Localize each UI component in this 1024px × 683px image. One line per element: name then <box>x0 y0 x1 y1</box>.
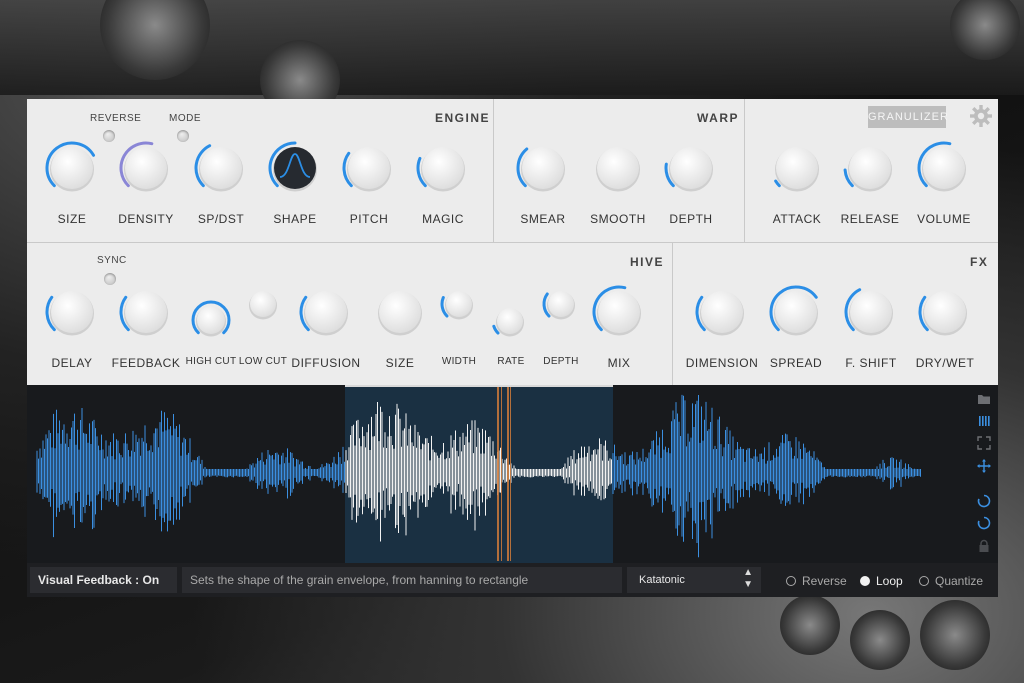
granulizer-badge[interactable]: GRANULIZER <box>868 106 948 128</box>
delay-knob[interactable] <box>45 285 99 339</box>
hive-title: HIVE <box>630 255 665 269</box>
low-cut-knob[interactable] <box>244 285 282 323</box>
high-cut-knob[interactable] <box>191 300 231 340</box>
mode-toggle-label: MODE <box>169 113 201 124</box>
lock-icon[interactable] <box>977 539 991 553</box>
loop-option-label: Loop <box>876 574 903 588</box>
background-knob <box>850 610 910 670</box>
loop-option[interactable]: Loop <box>860 574 903 588</box>
move-icon[interactable] <box>977 459 991 473</box>
spread-knob[interactable] <box>769 285 823 339</box>
feedback-knob[interactable] <box>119 285 173 339</box>
diffusion-knob[interactable] <box>299 285 353 339</box>
sp-dst-knob[interactable] <box>194 141 248 195</box>
fx-title: FX <box>970 255 989 269</box>
dry-wet-knob[interactable] <box>918 285 972 339</box>
smooth-knob[interactable] <box>591 141 645 195</box>
hint-text: Sets the shape of the grain envelope, fr… <box>182 567 622 593</box>
radio-dot-icon <box>919 576 929 586</box>
engine-title: ENGINE <box>435 111 491 125</box>
warp-depth-knob[interactable] <box>664 141 718 195</box>
dry-wet-label: DRY/WET <box>915 356 975 370</box>
density-knob[interactable] <box>119 141 173 195</box>
volume-label: VOLUME <box>917 212 971 226</box>
magic-label: MAGIC <box>422 212 464 226</box>
release-knob[interactable] <box>843 141 897 195</box>
loop-cycle-icon[interactable] <box>977 516 991 530</box>
waveform-inside-selection <box>345 402 612 542</box>
dimension-knob[interactable] <box>695 285 749 339</box>
smear-knob[interactable] <box>516 141 570 195</box>
reverse-option-label: Reverse <box>802 574 847 588</box>
row-divider <box>27 242 998 243</box>
quantize-option[interactable]: Quantize <box>919 574 983 588</box>
sync-toggle[interactable] <box>104 273 116 285</box>
size-knob[interactable] <box>45 141 99 195</box>
waveform-outside-selection <box>36 394 921 558</box>
folder-icon[interactable] <box>977 392 991 406</box>
rate-knob[interactable] <box>491 302 529 340</box>
preset-selector[interactable]: Katatonic ▲ ▼ <box>627 567 761 593</box>
sync-cycle-icon[interactable] <box>977 494 991 508</box>
visual-feedback-toggle[interactable]: Visual Feedback : On <box>30 567 177 593</box>
hive-depth-knob[interactable] <box>542 285 580 323</box>
reverse-toggle-label: REVERSE <box>90 113 142 124</box>
gear-icon[interactable] <box>969 104 993 128</box>
f-shift-knob[interactable] <box>844 285 898 339</box>
magic-knob[interactable] <box>416 141 470 195</box>
shape-knob[interactable] <box>268 141 322 195</box>
zoom-fit-icon[interactable] <box>977 436 991 450</box>
grain-playhead <box>510 387 511 561</box>
reverse-toggle[interactable] <box>103 130 115 142</box>
sync-toggle-label: SYNC <box>97 255 127 266</box>
warp-title: WARP <box>697 111 739 125</box>
attack-knob[interactable] <box>770 141 824 195</box>
hive-size-knob[interactable] <box>373 285 427 339</box>
grain-playhead <box>507 387 509 561</box>
up-down-arrows-icon: ▲ ▼ <box>743 567 753 590</box>
radio-dot-icon <box>786 576 796 586</box>
warp-depth-label: DEPTH <box>669 212 713 226</box>
grain-view-icon[interactable] <box>977 414 991 428</box>
background-knob <box>920 600 990 670</box>
width-knob[interactable] <box>440 285 478 323</box>
radio-dot-icon <box>860 576 870 586</box>
quantize-option-label: Quantize <box>935 574 984 588</box>
warp-granulizer-divider <box>744 99 745 242</box>
preset-name: Katatonic <box>639 574 685 586</box>
volume-knob[interactable] <box>917 141 971 195</box>
background-knob <box>780 595 840 655</box>
grain-playhead <box>497 387 499 561</box>
mix-label: MIX <box>607 356 631 370</box>
grain-playhead <box>501 387 502 561</box>
reverse-option[interactable]: Reverse <box>786 574 847 588</box>
hive-fx-divider <box>672 242 673 385</box>
mode-toggle[interactable] <box>177 130 189 142</box>
mix-knob[interactable] <box>592 285 646 339</box>
pitch-knob[interactable] <box>342 141 396 195</box>
waveform <box>36 387 921 561</box>
engine-warp-divider <box>493 99 494 242</box>
